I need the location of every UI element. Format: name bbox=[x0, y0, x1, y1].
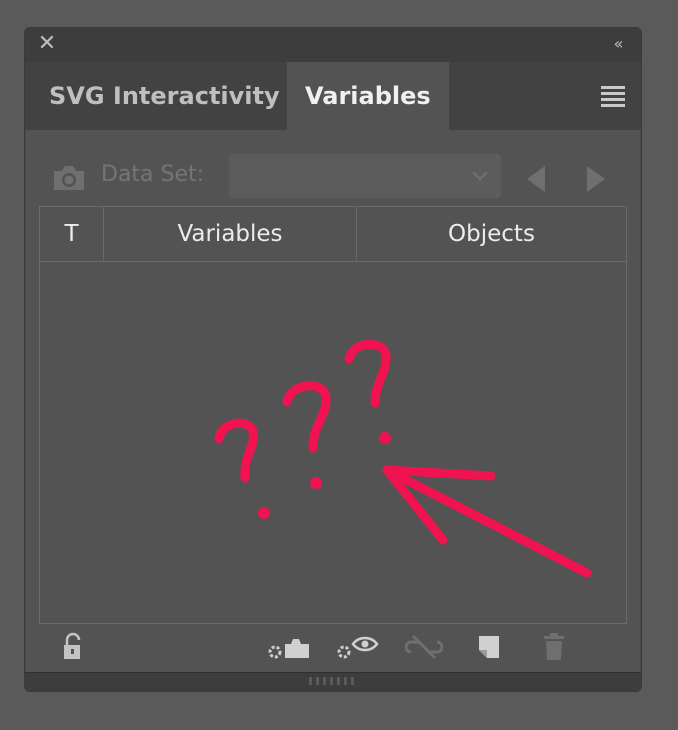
variables-panel: ✕ ‹‹ SVG Interactivity Variables Data Se… bbox=[24, 27, 642, 692]
lock-icon[interactable] bbox=[61, 632, 83, 662]
capture-dataset-icon[interactable] bbox=[265, 632, 313, 662]
red-annotation-question-marks-arrow bbox=[214, 339, 592, 578]
unbind-icon[interactable] bbox=[405, 632, 443, 662]
new-variable-icon[interactable] bbox=[475, 632, 503, 662]
trash-icon[interactable] bbox=[541, 632, 567, 662]
resize-grip-icon[interactable] bbox=[307, 676, 357, 686]
panel-resize-bar[interactable] bbox=[25, 672, 641, 691]
visibility-dynamic-icon[interactable] bbox=[335, 632, 379, 662]
bottom-toolbar bbox=[25, 624, 641, 670]
